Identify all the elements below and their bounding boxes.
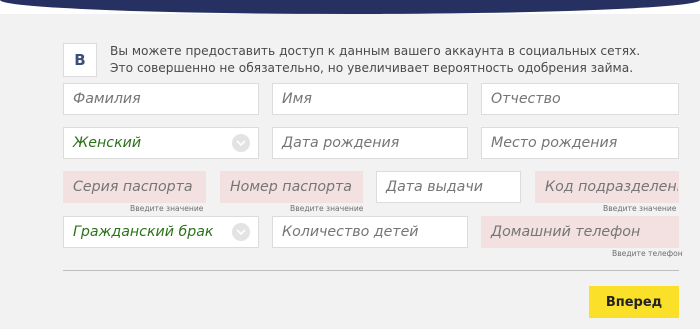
passport-series-field[interactable]: Серия паспорта [63,171,206,203]
issue-date-field[interactable]: Дата выдачи [376,171,521,203]
vk-login-button[interactable]: B [63,43,97,77]
vk-icon: B [74,51,86,69]
last-name-field[interactable]: Фамилия [63,83,259,115]
chevron-down-icon[interactable] [232,134,250,152]
social-notice-line-1: Вы можете предоставить доступ к данным в… [110,44,641,58]
issue-date-placeholder: Дата выдачи [386,179,483,195]
marital-status-select[interactable]: Гражданский брак [63,216,259,248]
top-header-bar [0,0,700,14]
gender-select[interactable]: Женский [63,127,259,159]
division-code-placeholder: Код подразделения [545,179,678,195]
passport-number-error: Введите значение [290,204,364,213]
next-button[interactable]: Вперед [589,286,679,318]
birth-place-field[interactable]: Место рождения [481,127,679,159]
children-count-field[interactable]: Количество детей [272,216,468,248]
gender-value: Женский [73,135,142,151]
social-notice-line-2: Это совершенно не обязательно, но увелич… [110,60,634,75]
social-access-notice: Вы можете предоставить доступ к данным в… [110,43,641,76]
chevron-down-icon[interactable] [232,223,250,241]
passport-number-field[interactable]: Номер паспорта [220,171,363,203]
marital-status-value: Гражданский брак [73,224,214,240]
passport-series-error: Введите значение [130,204,204,213]
middle-name-field[interactable]: Отчество [481,83,679,115]
birth-date-placeholder: Дата рождения [282,135,400,151]
last-name-placeholder: Фамилия [73,91,141,107]
passport-number-placeholder: Номер паспорта [230,179,352,195]
home-phone-field[interactable]: Домашний телефон [481,216,679,248]
middle-name-placeholder: Отчество [491,91,561,107]
passport-series-placeholder: Серия паспорта [73,179,193,195]
birth-date-field[interactable]: Дата рождения [272,127,468,159]
children-count-placeholder: Количество детей [282,224,419,240]
home-phone-placeholder: Домашний телефон [491,224,641,240]
home-phone-error: Введите телефон [612,249,683,258]
birth-place-placeholder: Место рождения [491,135,618,151]
first-name-field[interactable]: Имя [272,83,468,115]
division-code-field[interactable]: Код подразделения [535,171,679,203]
form-divider [63,270,679,271]
first-name-placeholder: Имя [282,91,312,107]
division-code-error: Введите значение [603,204,677,213]
